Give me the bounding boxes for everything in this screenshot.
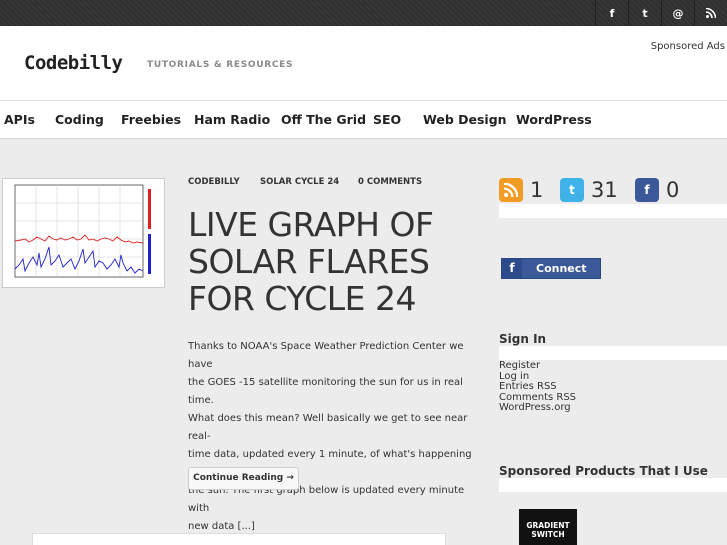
rss-count: 1 xyxy=(530,178,544,202)
site-logo[interactable]: Codebilly xyxy=(24,52,123,74)
nav-item-wordpress[interactable]: WordPress xyxy=(516,112,592,127)
wordpress-org-link[interactable]: WordPress.org xyxy=(499,402,576,414)
facebook-connect-button[interactable]: f Connect xyxy=(501,258,601,279)
excerpt-line: What does this mean? Well basically we g… xyxy=(188,413,468,442)
site-tagline: TUTORIALS & RESOURCES xyxy=(147,60,294,70)
post-title-line: FOR CYCLE 24 xyxy=(188,279,416,318)
facebook-icon: f xyxy=(635,178,659,202)
post-title[interactable]: LIVE GRAPH OF SOLAR FLARES FOR CYCLE 24 xyxy=(188,205,434,318)
next-post-card xyxy=(32,533,446,545)
excerpt-line: the GOES -15 satellite monitoring the su… xyxy=(188,377,463,406)
rss-icon[interactable] xyxy=(694,0,727,26)
facebook-count: 0 xyxy=(666,178,680,202)
twitter-counter[interactable]: t 31 xyxy=(560,178,618,202)
nav-item-off-the-grid[interactable]: Off The Grid xyxy=(281,112,366,127)
continue-reading-button[interactable]: Continue Reading → xyxy=(188,467,299,490)
facebook-counter[interactable]: f 0 xyxy=(635,178,679,202)
register-link[interactable]: Register xyxy=(499,360,576,372)
nav-item-freebies[interactable]: Freebies xyxy=(121,112,181,127)
sponsored-ads-label: Sponsored Ads xyxy=(650,41,725,52)
rss-icon xyxy=(499,178,523,202)
nav-item-web-design[interactable]: Web Design xyxy=(423,112,507,127)
meta-links: Register Log in Entries RSS Comments RSS… xyxy=(499,360,576,414)
rss-glyph xyxy=(504,183,518,197)
post-title-line: LIVE GRAPH OF xyxy=(188,205,434,244)
top-bar: f t @ xyxy=(0,0,727,26)
solar-graph-image xyxy=(14,184,151,278)
nav-item-ham-radio[interactable]: Ham Radio xyxy=(194,112,270,127)
sidebar-divider xyxy=(499,478,727,492)
twitter-count: 31 xyxy=(591,178,618,202)
sidebar-divider xyxy=(499,204,727,218)
post-author[interactable]: CODEBILLY xyxy=(188,177,240,187)
product-line: GRADIENT xyxy=(526,521,570,530)
rss-glyph xyxy=(706,8,716,18)
sidebar-divider xyxy=(499,346,727,360)
entries-rss-link[interactable]: Entries RSS xyxy=(499,381,576,393)
email-icon[interactable]: @ xyxy=(661,0,694,26)
social-links: f t @ xyxy=(595,0,727,26)
product-gradient-switch[interactable]: GRADIENT SWITCH xyxy=(519,509,577,545)
nav-item-seo[interactable]: SEO xyxy=(373,112,401,127)
facebook-icon[interactable]: f xyxy=(595,0,628,26)
nav-item-coding[interactable]: Coding xyxy=(55,112,104,127)
sign-in-title: Sign In xyxy=(499,332,547,346)
rss-counter[interactable]: 1 xyxy=(499,178,543,202)
twitter-icon[interactable]: t xyxy=(628,0,661,26)
product-line: SWITCH xyxy=(531,530,565,539)
nav-item-apis[interactable]: APIs xyxy=(4,112,35,127)
connect-label: Connect xyxy=(536,262,587,275)
facebook-icon: f xyxy=(502,259,522,278)
site-header: Codebilly TUTORIALS & RESOURCES Sponsore… xyxy=(0,26,727,100)
sponsored-products-title: Sponsored Products That I Use xyxy=(499,464,708,478)
post-comments[interactable]: 0 COMMENTS xyxy=(358,177,422,187)
post-category[interactable]: SOLAR CYCLE 24 xyxy=(260,177,339,187)
twitter-icon: t xyxy=(560,178,584,202)
post-title-line: SOLAR FLARES xyxy=(188,242,430,281)
main-nav: APIs Coding Freebies Ham Radio Off The G… xyxy=(0,100,727,139)
post-excerpt: Thanks to NOAA's Space Weather Predictio… xyxy=(188,338,480,536)
excerpt-line: Thanks to NOAA's Space Weather Predictio… xyxy=(188,341,464,370)
post-thumbnail[interactable] xyxy=(2,178,165,288)
